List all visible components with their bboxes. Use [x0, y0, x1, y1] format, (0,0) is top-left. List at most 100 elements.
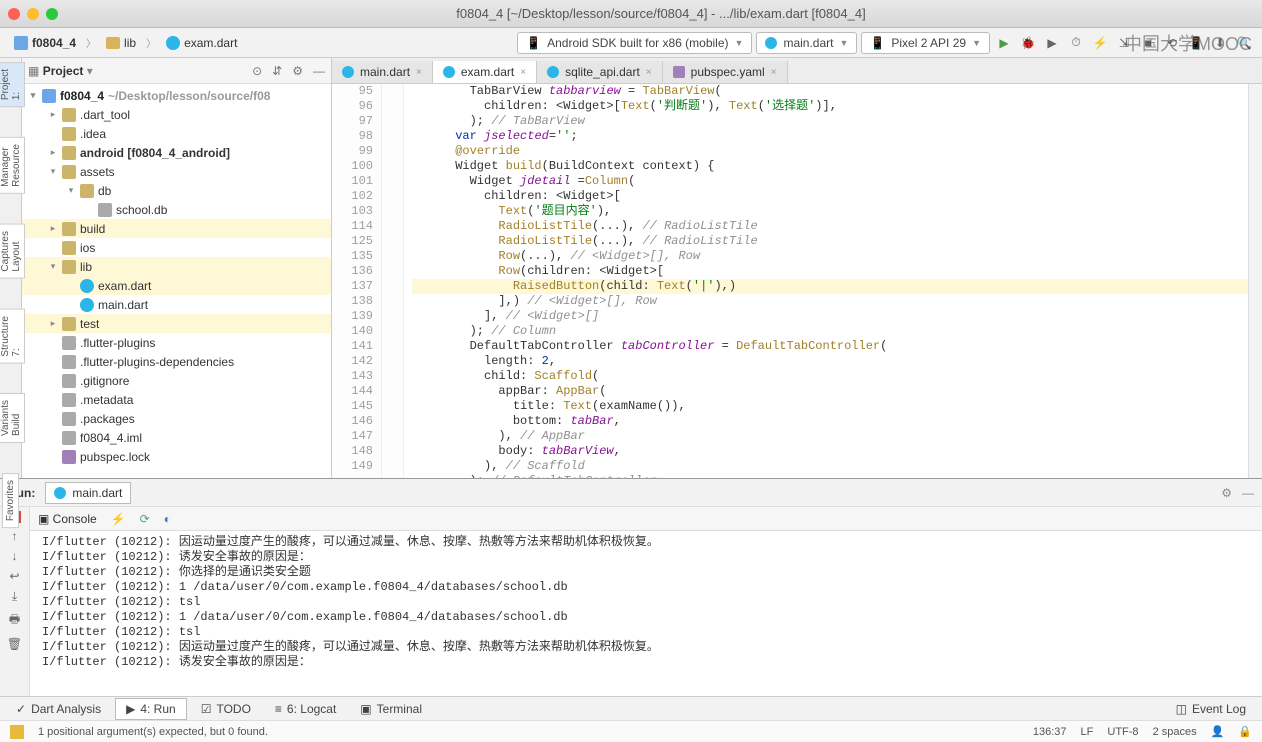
run-tab[interactable]: main.dart [45, 482, 131, 504]
tree-item[interactable]: ▸build [22, 219, 331, 238]
tree-item[interactable]: ▾db [22, 181, 331, 200]
tree-item[interactable]: .flutter-plugins-dependencies [22, 352, 331, 371]
console-tab[interactable]: ▣ Console [38, 512, 97, 526]
hot-reload-button[interactable]: ⚡ [1090, 33, 1110, 53]
chevron-icon: 〉 [86, 35, 96, 50]
breadcrumb-file[interactable]: exam.dart [160, 34, 243, 52]
tree-item[interactable]: ▸test [22, 314, 331, 333]
hide-panel-icon[interactable]: — [1242, 486, 1254, 500]
open-devtools-icon[interactable]: ◐ [164, 512, 171, 526]
tab-event-log[interactable]: ◫ Event Log [1166, 699, 1256, 719]
scroll-to-end-icon[interactable]: ⤓ [12, 589, 17, 604]
up-icon[interactable]: ↑ [12, 529, 18, 543]
tree-item[interactable]: ▾assets [22, 162, 331, 181]
tree-item[interactable]: ios [22, 238, 331, 257]
print-icon[interactable]: 🖶 [9, 610, 20, 631]
run-button[interactable]: ▶ [994, 33, 1014, 53]
project-panel-header: ▦ Project ▾ ⊙ ⇵ ⚙ — [22, 58, 331, 84]
tree-item[interactable]: .flutter-plugins [22, 333, 331, 352]
file-encoding[interactable]: UTF-8 [1107, 726, 1138, 738]
soft-wrap-icon[interactable]: ↩ [9, 569, 19, 583]
scroll-from-source-icon[interactable]: ⊙ [252, 64, 262, 78]
editor-tab[interactable]: main.dart × [332, 61, 433, 83]
editor-tab[interactable]: pubspec.yaml × [663, 61, 788, 83]
tree-item[interactable]: school.db [22, 200, 331, 219]
avd-selector[interactable]: 📱 Pixel 2 API 29▼ [861, 32, 990, 54]
titlebar: f0804_4 [~/Desktop/lesson/source/f0804_4… [0, 0, 1262, 28]
tree-item[interactable]: .packages [22, 409, 331, 428]
side-tab[interactable]: Build Variants [0, 393, 25, 443]
status-bar: 1 positional argument(s) expected, but 0… [0, 720, 1262, 742]
tree-item[interactable]: .gitignore [22, 371, 331, 390]
down-icon[interactable]: ↓ [12, 549, 18, 563]
side-tab[interactable]: 7: Structure [0, 309, 25, 364]
minimize-window[interactable] [27, 8, 39, 20]
toolbar: f0804_4 〉 lib 〉 exam.dart 📱 Android SDK … [0, 28, 1262, 58]
tree-item[interactable]: ▸.dart_tool [22, 105, 331, 124]
sdk-manager-button[interactable]: ⬇ [1210, 33, 1230, 53]
tree-item[interactable]: ▾lib [22, 257, 331, 276]
tab-dart-analysis[interactable]: ✓ Dart Analysis [6, 699, 111, 719]
chevron-icon: 〉 [146, 35, 156, 50]
search-icon[interactable]: 🔍 [1234, 33, 1254, 53]
coverage-button[interactable]: ▶ [1042, 33, 1062, 53]
tree-item[interactable]: .metadata [22, 390, 331, 409]
tree-item[interactable]: f0804_4.iml [22, 428, 331, 447]
editor-tab[interactable]: exam.dart × [433, 61, 537, 83]
tree-item[interactable]: pubspec.lock [22, 447, 331, 466]
tree-item[interactable]: exam.dart [22, 276, 331, 295]
profile-button[interactable]: ⏱ [1066, 33, 1086, 53]
gear-icon[interactable]: ⚙ [1221, 486, 1232, 500]
window-title: f0804_4 [~/Desktop/lesson/source/f0804_4… [68, 6, 1254, 21]
inspector-icon[interactable]: 👤 [1211, 725, 1225, 738]
hide-panel-icon[interactable]: — [313, 64, 325, 78]
editor-area: main.dart ×exam.dart ×sqlite_api.dart ×p… [332, 58, 1262, 478]
tab-logcat[interactable]: ≡ 6: Logcat [265, 699, 346, 719]
avd-manager-button[interactable]: 📱 [1186, 33, 1206, 53]
indent-config[interactable]: 2 spaces [1153, 726, 1197, 738]
breadcrumb-project[interactable]: f0804_4 [8, 34, 82, 52]
side-tab[interactable]: Resource Manager [0, 137, 25, 194]
bottom-tool-tabs: ✓ Dart Analysis ▶ 4: Run ☑ TODO ≡ 6: Log… [0, 696, 1262, 720]
close-window[interactable] [8, 8, 20, 20]
editor-tab[interactable]: sqlite_api.dart × [537, 61, 663, 83]
lock-icon[interactable]: 🔒 [1238, 725, 1252, 738]
run-config-selector[interactable]: main.dart▼ [756, 32, 857, 54]
warning-icon [10, 725, 24, 739]
editor-tabs: main.dart ×exam.dart ×sqlite_api.dart ×p… [332, 58, 1262, 84]
line-separator[interactable]: LF [1081, 726, 1094, 738]
project-title: Project [43, 64, 84, 78]
side-tab[interactable]: 1: Project [0, 62, 25, 107]
side-tab[interactable]: Favorites [2, 473, 19, 528]
maximize-window[interactable] [46, 8, 58, 20]
breadcrumb-folder[interactable]: lib [100, 34, 142, 52]
project-panel: ▦ Project ▾ ⊙ ⇵ ⚙ — ▾f0804_4 ~/Desktop/l… [22, 58, 332, 478]
gear-icon[interactable]: ⚙ [292, 64, 303, 78]
attach-button[interactable]: ⇲ [1114, 33, 1134, 53]
project-tree[interactable]: ▾f0804_4 ~/Desktop/lesson/source/f08▸.da… [22, 84, 331, 478]
collapse-all-icon[interactable]: ⇵ [272, 64, 282, 78]
run-toolbar: ↑ ↓ ↩ ⤓ 🖶 🗑 [0, 507, 30, 696]
tab-todo[interactable]: ☑ TODO [191, 699, 261, 719]
tree-root[interactable]: ▾f0804_4 ~/Desktop/lesson/source/f08 [22, 86, 331, 105]
tree-item[interactable]: ▸android [f0804_4_android] [22, 143, 331, 162]
side-tab[interactable]: Layout Captures [0, 224, 25, 279]
hot-reload-icon[interactable]: ⚡ [111, 512, 126, 526]
code-editor[interactable]: 9596979899100101102103114125135136137138… [332, 84, 1262, 478]
tab-terminal[interactable]: ▣ Terminal [350, 699, 432, 719]
clear-icon[interactable]: 🗑 [7, 637, 22, 651]
status-message: 1 positional argument(s) expected, but 0… [38, 726, 268, 738]
cursor-position[interactable]: 136:37 [1033, 726, 1067, 738]
stop-button[interactable]: ■ [1138, 33, 1158, 53]
hot-restart-icon[interactable]: ⟳ [140, 512, 150, 526]
console-output[interactable]: I/flutter (10212): 因运动量过度产生的酸疼，可以通过减量、休息… [30, 531, 1262, 696]
left-tool-strip: 1: Project Resource Manager Layout Capture… [0, 58, 22, 478]
sync-button[interactable]: ⟲ [1162, 33, 1182, 53]
device-selector[interactable]: 📱 Android SDK built for x86 (mobile)▼ [517, 32, 752, 54]
debug-button[interactable]: 🐞 [1018, 33, 1038, 53]
tab-run[interactable]: ▶ 4: Run [115, 698, 187, 720]
breadcrumb-label: f0804_4 [32, 36, 76, 50]
tree-item[interactable]: main.dart [22, 295, 331, 314]
tree-item[interactable]: .idea [22, 124, 331, 143]
breadcrumb-label: lib [124, 36, 136, 50]
